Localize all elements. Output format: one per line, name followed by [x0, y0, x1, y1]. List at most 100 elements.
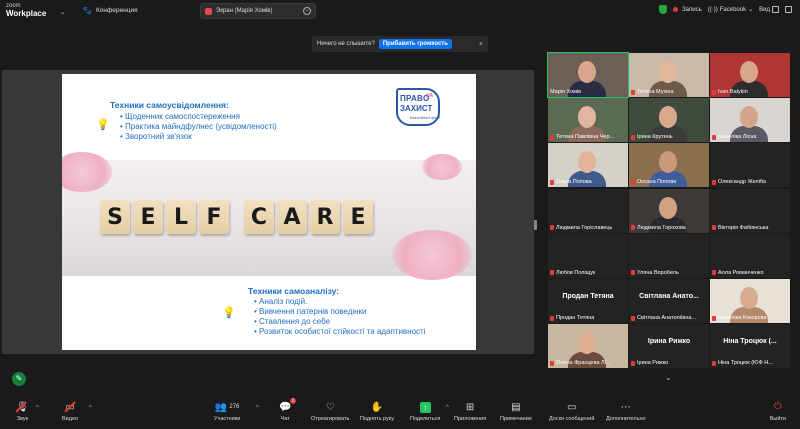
- leave-icon: ⏻: [773, 401, 782, 412]
- participant-tile[interactable]: Ніна Троцюк (... Ніна Троцюк (ЮФ Н...: [710, 324, 790, 369]
- participant-tile[interactable]: Анжеліка Лісна: [710, 98, 790, 143]
- participant-name: Оксана Попова: [631, 179, 676, 185]
- muted-mic-icon: [550, 270, 554, 276]
- increase-volume-button[interactable]: Прибавить громкость: [378, 39, 452, 49]
- participant-face: [740, 106, 758, 129]
- participants-count: 276: [229, 404, 240, 410]
- view-button[interactable]: Вид: [759, 6, 779, 13]
- participant-name: Ніна Троцюк (ЮФ Н...: [712, 360, 773, 366]
- leave-button[interactable]: ⏻ Выйти: [770, 401, 786, 422]
- bottom-heading: Техники самоаналізу:: [248, 286, 340, 296]
- participant-tile[interactable]: Ольга Попова: [548, 143, 628, 188]
- raise-hand-button[interactable]: ✋ Поднять руку: [360, 401, 394, 423]
- participant-tile[interactable]: Любов Поліщук: [548, 233, 628, 278]
- muted-mic-icon: [631, 360, 635, 366]
- letter-tile: C: [244, 200, 274, 234]
- top-right-tools: Запись ((·)) Facebook ⌄ Вид: [659, 5, 792, 14]
- list-item: Аналіз подій.: [254, 297, 425, 307]
- participant-tile[interactable]: Олена Францева Лі...: [548, 324, 628, 369]
- notes-icon: ▤: [511, 401, 521, 413]
- participants-button[interactable]: 👥 276 Участники: [214, 401, 241, 423]
- participant-tile[interactable]: Олександр Желіба: [710, 143, 790, 188]
- chevron-down-icon[interactable]: ⌄: [665, 373, 672, 382]
- react-button[interactable]: ♡ Отреагировать: [311, 401, 349, 423]
- participant-tile[interactable]: Оксана Попова: [629, 143, 709, 188]
- broadcast-icon: ((·)): [707, 6, 718, 13]
- logo-small: НА: [426, 93, 433, 99]
- record-indicator[interactable]: Запись: [673, 7, 702, 13]
- more-dots-icon: ⋯: [620, 401, 631, 413]
- whiteboard-icon: ▭: [566, 401, 577, 413]
- muted-mic-icon: [712, 270, 716, 276]
- shared-screen-area[interactable]: 💡 Техники самоусвідомлення: Щоденник сам…: [2, 70, 534, 354]
- participant-tile[interactable]: Вікторія Фабіянська: [710, 188, 790, 233]
- close-icon[interactable]: ×: [479, 41, 483, 48]
- chevron-up-icon[interactable]: ^: [256, 405, 259, 411]
- share-screen-button[interactable]: ↑ Поделиться: [410, 401, 440, 422]
- security-shield-icon[interactable]: [659, 5, 668, 14]
- screen-share-pill[interactable]: Экран (Марія Хомів) –: [200, 3, 316, 19]
- video-button[interactable]: ▭ Видео: [62, 401, 78, 422]
- chevron-down-icon: ⌄: [748, 7, 754, 13]
- participant-name-text: Ніна Троцюк (ЮФ Н...: [718, 360, 773, 367]
- participants-icon: 👥 276: [214, 401, 240, 413]
- chevron-up-icon[interactable]: ^: [36, 405, 39, 411]
- resize-handle[interactable]: [534, 220, 537, 230]
- participant-tile[interactable]: Людмила Горохова: [629, 188, 709, 233]
- flower-decoration: [422, 154, 462, 180]
- participant-name-text: Анжеліка Кокорєва: [718, 315, 767, 321]
- participant-name-text: Вікторія Фабіянська: [718, 224, 769, 231]
- apps-label: Приложения: [454, 416, 487, 422]
- participant-name: Світлана Анатоліївна...: [631, 315, 696, 321]
- apps-button[interactable]: ⊞ Приложения: [454, 401, 487, 423]
- participant-display-name: Світлана Анато...: [639, 293, 699, 300]
- participant-tile[interactable]: Марія Хомів: [547, 52, 629, 98]
- participant-tile[interactable]: Ірина Рижко Ірина Рижко: [629, 324, 709, 369]
- hand-icon: ✋: [370, 401, 384, 413]
- annotate-pencil-icon[interactable]: ✎: [12, 372, 26, 386]
- participant-name-text: Світлана Анатоліївна...: [637, 315, 697, 321]
- participants-label: Участники: [214, 416, 241, 422]
- facebook-label: Facebook: [719, 6, 747, 13]
- more-button[interactable]: ⋯ Дополнительно: [606, 401, 646, 423]
- chevron-up-icon[interactable]: ^: [89, 405, 92, 411]
- muted-mic-icon: [550, 225, 554, 231]
- participant-tile[interactable]: Ivan Balykin: [710, 53, 790, 97]
- participant-name: Тетяна Мухіна: [631, 89, 674, 95]
- chevron-down-icon[interactable]: ⌄: [60, 8, 66, 16]
- participant-tile[interactable]: Тетяна Павлівна Чер...: [548, 98, 628, 143]
- participant-tile[interactable]: Алла Романченко: [710, 233, 790, 278]
- participant-face: [659, 61, 677, 83]
- minimize-icon[interactable]: –: [303, 7, 311, 15]
- audio-button[interactable]: 🎙 Звук: [15, 401, 29, 422]
- participant-tile[interactable]: Уляна Воробель: [629, 233, 709, 278]
- participant-tile[interactable]: Продан Тетяна Продан Тетяна: [548, 279, 628, 323]
- participant-name: Уляна Воробель: [631, 270, 679, 276]
- participant-tile[interactable]: Світлана Анато... Світлана Анатоліївна...: [629, 279, 709, 323]
- participant-tile[interactable]: Анжеліка Кокорєва: [710, 279, 790, 323]
- participant-face: [578, 61, 596, 83]
- participant-name: Олександр Желіба: [712, 179, 766, 185]
- fullscreen-icon[interactable]: [785, 6, 792, 13]
- camera-off-icon: ▭: [64, 401, 76, 413]
- audio-label: Звук: [16, 416, 28, 422]
- chat-button[interactable]: 💬 1 Чат: [279, 398, 297, 422]
- logo-line-2: ЗАХИСТ: [400, 104, 433, 113]
- chevron-up-icon[interactable]: ^: [446, 405, 449, 411]
- muted-mic-icon: [631, 179, 635, 185]
- paw-icon: 🐾: [82, 6, 92, 15]
- notes-button[interactable]: ▤ Примечания: [500, 401, 532, 423]
- whiteboards-button[interactable]: ▭ Доски сообщений: [549, 401, 594, 423]
- participant-tile[interactable]: Людмила Горіславець: [548, 188, 628, 233]
- livestream-facebook[interactable]: ((·)) Facebook ⌄: [707, 6, 754, 14]
- letter-tile: L: [166, 200, 196, 234]
- muted-mic-icon: [712, 134, 716, 140]
- top-list: Щоденник самоспостереження Практика майн…: [120, 112, 277, 142]
- letter-tile: E: [133, 200, 163, 234]
- participant-tile[interactable]: Тетяна Мухіна: [629, 53, 709, 97]
- zoom-brand[interactable]: zoom Workplace: [6, 3, 46, 18]
- top-heading: Техники самоусвідомлення:: [110, 100, 229, 110]
- participant-tile[interactable]: Ірина Крутень: [629, 98, 709, 143]
- zoom-meeting-window: zoom Workplace ⌄ 🐾 Конференция Экран (Ма…: [0, 0, 800, 429]
- meeting-info[interactable]: 🐾 Конференция: [82, 6, 138, 15]
